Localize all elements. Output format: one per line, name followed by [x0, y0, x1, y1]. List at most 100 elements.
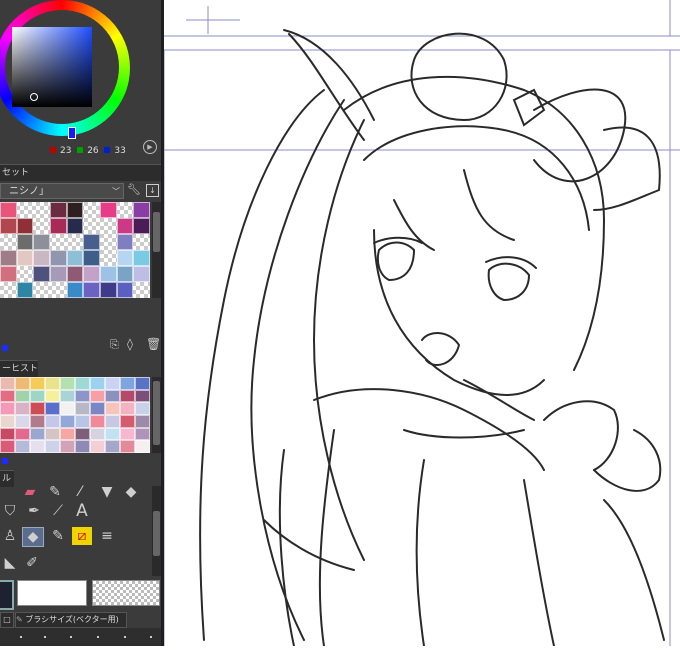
- palette-swatch[interactable]: [83, 202, 100, 218]
- history-swatch[interactable]: [105, 389, 120, 403]
- history-swatch[interactable]: [135, 402, 150, 415]
- history-swatch[interactable]: [0, 389, 15, 403]
- history-swatch[interactable]: [15, 389, 30, 403]
- tool-scrollbar[interactable]: [152, 486, 161, 576]
- hue-marker[interactable]: [68, 127, 76, 139]
- history-swatch[interactable]: [90, 402, 105, 415]
- palette-swatch[interactable]: [49, 266, 67, 282]
- palette-swatch[interactable]: [99, 282, 117, 298]
- history-swatch[interactable]: [105, 402, 120, 415]
- history-swatch[interactable]: [45, 415, 60, 428]
- history-swatch[interactable]: [135, 440, 150, 453]
- history-swatch[interactable]: [120, 427, 135, 441]
- palette-swatch[interactable]: [49, 202, 67, 218]
- save-palette-icon[interactable]: ↓: [146, 184, 159, 197]
- history-swatch[interactable]: [60, 440, 75, 453]
- history-swatch[interactable]: [60, 415, 75, 428]
- history-swatch[interactable]: [105, 415, 120, 428]
- drop-icon[interactable]: ◊: [127, 337, 133, 351]
- palette-swatch[interactable]: [133, 202, 150, 218]
- palette-swatch[interactable]: [116, 282, 134, 298]
- line-tool-icon[interactable]: ⁄: [70, 483, 90, 501]
- history-swatch[interactable]: [30, 440, 45, 453]
- palette-swatch[interactable]: [33, 282, 50, 298]
- history-swatch[interactable]: [60, 377, 75, 390]
- palette-swatch[interactable]: [17, 266, 34, 282]
- palette-swatch[interactable]: [33, 234, 50, 250]
- history-swatch[interactable]: [120, 377, 135, 390]
- palette-swatch[interactable]: [0, 282, 17, 298]
- history-swatch[interactable]: [75, 402, 90, 415]
- history-swatch[interactable]: [90, 415, 105, 428]
- bucket-icon[interactable]: ⛉: [0, 502, 20, 520]
- history-swatch[interactable]: [15, 377, 30, 390]
- marker-icon[interactable]: ✎: [48, 527, 68, 545]
- palette-swatch[interactable]: [66, 218, 84, 234]
- palette-swatch[interactable]: [33, 218, 50, 234]
- history-swatch[interactable]: [30, 415, 45, 428]
- history-swatch[interactable]: [45, 402, 60, 415]
- history-swatch[interactable]: [135, 427, 150, 441]
- history-swatch[interactable]: [45, 377, 60, 390]
- history-swatch[interactable]: [135, 415, 150, 428]
- history-swatch[interactable]: [15, 415, 30, 428]
- brush-dot-6[interactable]: [150, 636, 152, 638]
- history-swatch[interactable]: [45, 440, 60, 453]
- color-history-tab[interactable]: ーヒストリー: [0, 360, 38, 390]
- palette-swatch[interactable]: [116, 218, 134, 234]
- pen-icon[interactable]: ✒: [24, 502, 44, 520]
- eraser-icon[interactable]: ◆: [22, 527, 44, 547]
- decoration-icon[interactable]: ⧄: [72, 527, 92, 545]
- brush-dot-2[interactable]: [44, 636, 46, 638]
- history-swatch[interactable]: [45, 389, 60, 403]
- history-swatch[interactable]: [90, 389, 105, 403]
- history-swatch[interactable]: [0, 440, 15, 453]
- palette-swatch[interactable]: [83, 250, 100, 266]
- history-swatch[interactable]: [30, 377, 45, 390]
- wrench-icon[interactable]: 🔧︎: [127, 183, 141, 196]
- gradient-icon[interactable]: ◣: [0, 554, 20, 572]
- palette-tab[interactable]: セット: [0, 164, 163, 181]
- history-swatch[interactable]: [0, 415, 15, 428]
- brush-dot-5[interactable]: [124, 636, 126, 638]
- color-square[interactable]: [12, 27, 92, 107]
- palette-swatch[interactable]: [133, 282, 150, 298]
- history-swatch[interactable]: [135, 377, 150, 390]
- history-scrollbar-thumb[interactable]: [153, 381, 160, 445]
- history-swatch[interactable]: [90, 427, 105, 441]
- brush-dot-3[interactable]: [70, 636, 72, 638]
- palette-swatch[interactable]: [0, 266, 17, 282]
- palette-swatch[interactable]: [67, 234, 84, 250]
- palette-swatch[interactable]: [133, 266, 150, 282]
- history-swatch[interactable]: [105, 440, 120, 453]
- fill-icon[interactable]: ♙: [0, 527, 20, 545]
- panel-tab-small[interactable]: □: [0, 612, 14, 628]
- palette-swatch[interactable]: [50, 282, 67, 298]
- palette-swatch[interactable]: [83, 234, 100, 250]
- history-swatch[interactable]: [105, 377, 120, 390]
- palette-swatch[interactable]: [49, 250, 67, 266]
- palette-swatch[interactable]: [117, 202, 134, 218]
- blur-icon[interactable]: ⟋: [48, 502, 68, 520]
- transparent-color-chip[interactable]: [92, 580, 160, 606]
- main-color-chip[interactable]: [0, 580, 14, 610]
- history-swatch[interactable]: [0, 427, 15, 441]
- shape-tool-icon[interactable]: ▼: [97, 483, 117, 501]
- palette-swatch[interactable]: [100, 218, 117, 234]
- palette-swatch[interactable]: [50, 234, 67, 250]
- history-swatch[interactable]: [90, 440, 105, 453]
- history-swatch[interactable]: [135, 389, 150, 403]
- tool-scrollbar-thumb[interactable]: [153, 511, 160, 556]
- palette-swatch[interactable]: [100, 250, 117, 266]
- palette-swatch[interactable]: [16, 234, 34, 250]
- history-scrollbar[interactable]: [152, 377, 161, 453]
- palette-scrollbar[interactable]: [152, 202, 161, 298]
- palette-swatch[interactable]: [16, 282, 34, 298]
- palette-swatch[interactable]: [100, 234, 117, 250]
- palette-swatch[interactable]: [16, 250, 34, 266]
- palette-swatch[interactable]: [66, 282, 84, 298]
- palette-swatch[interactable]: [33, 250, 50, 266]
- tool-tab[interactable]: ル: [0, 470, 14, 487]
- history-swatch[interactable]: [45, 427, 60, 441]
- color-picker-cursor[interactable]: [30, 93, 38, 101]
